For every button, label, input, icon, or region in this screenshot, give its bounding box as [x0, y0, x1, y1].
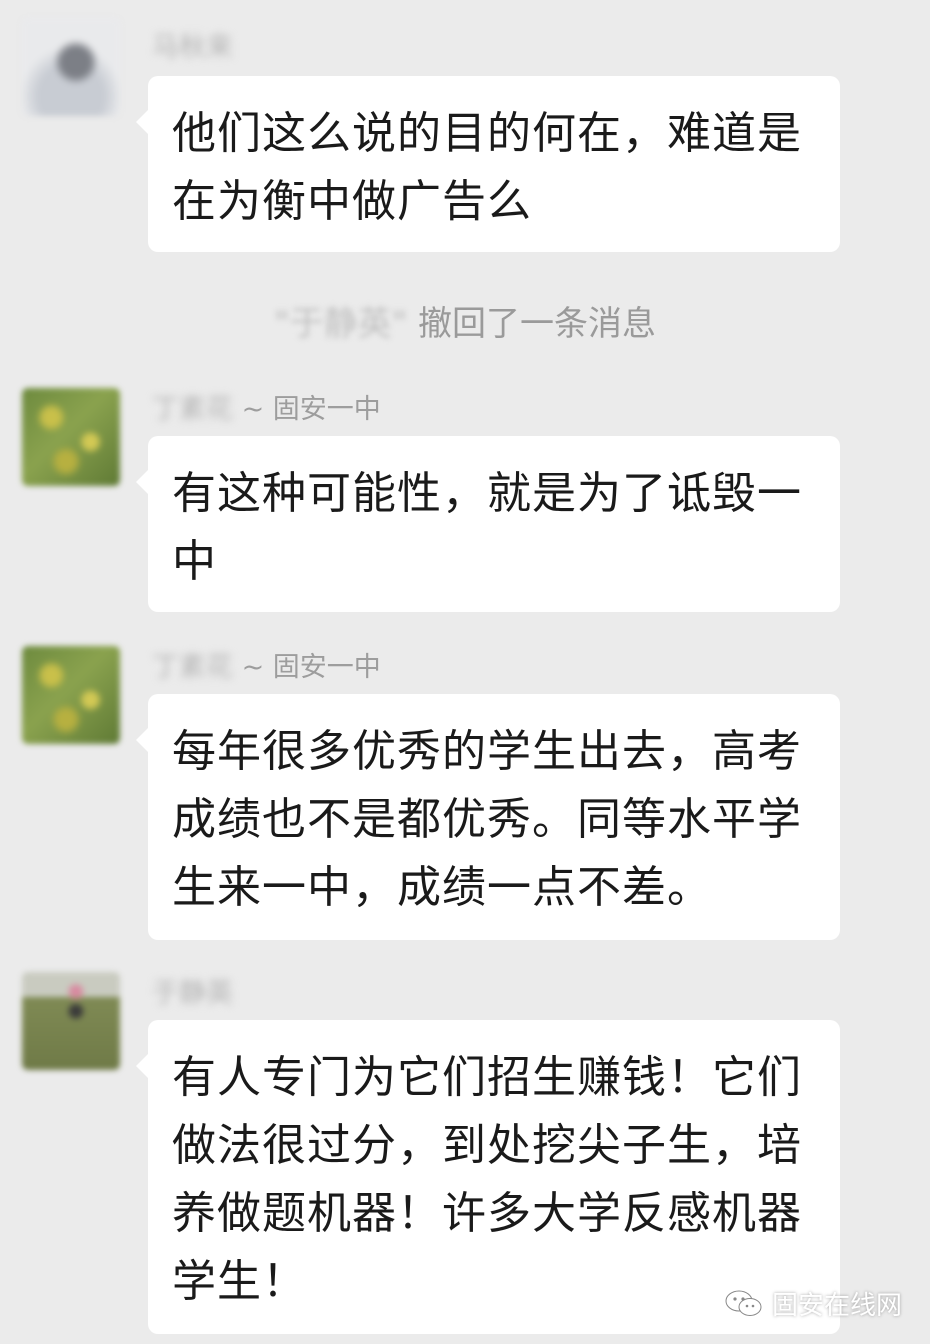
recall-notice-name: "于静英" [273, 304, 408, 344]
avatar[interactable] [22, 646, 120, 744]
wechat-icon [725, 1290, 762, 1316]
sender-label: 丁素花 ~ 固安一中 [152, 392, 381, 428]
recall-notice: "于静英" 撤回了一条消息 [0, 296, 930, 345]
recall-notice-text: 撤回了一条消息 [407, 304, 657, 344]
message-text: 他们这么说的目的何在，难道是在为衡中做广告么 [172, 108, 802, 227]
message-bubble[interactable]: 有这种可能性，就是为了诋毁一中 [136, 436, 840, 612]
sender-name: 于静英 [152, 978, 233, 1009]
avatar[interactable] [22, 972, 120, 1070]
watermark-text: 固安在线网 [771, 1291, 902, 1321]
sender-name: 丁素花 [152, 652, 233, 683]
sender-group: ~ 固安一中 [233, 394, 381, 425]
message-bubble[interactable]: 每年很多优秀的学生出去，高考成绩也不是都优秀。同等水平学生来一中，成绩一点不差。 [136, 694, 840, 940]
sender-name: 丁素花 [152, 394, 233, 425]
sender-label: 丁素花 ~ 固安一中 [152, 650, 381, 686]
message-text: 每年很多优秀的学生出去，高考成绩也不是都优秀。同等水平学生来一中，成绩一点不差。 [172, 726, 802, 913]
watermark: 固安在线网 [724, 1285, 902, 1322]
sender-group: ~ 固安一中 [233, 652, 381, 683]
sender-label: 于静英 [152, 976, 233, 1012]
message-text: 有这种可能性，就是为了诋毁一中 [172, 468, 802, 587]
avatar[interactable] [22, 18, 120, 116]
message-bubble[interactable]: 他们这么说的目的何在，难道是在为衡中做广告么 [136, 76, 840, 252]
sender-label: 马秋来 [152, 30, 233, 66]
avatar[interactable] [22, 388, 120, 486]
message-text: 有人专门为它们招生赚钱！它们做法很过分，到处挖尖子生，培养做题机器！许多大学反感… [172, 1052, 802, 1307]
sender-name: 马秋来 [152, 32, 233, 63]
chat-window: 马秋来 他们这么说的目的何在，难道是在为衡中做广告么 "于静英" 撤回了一条消息… [0, 0, 930, 1344]
